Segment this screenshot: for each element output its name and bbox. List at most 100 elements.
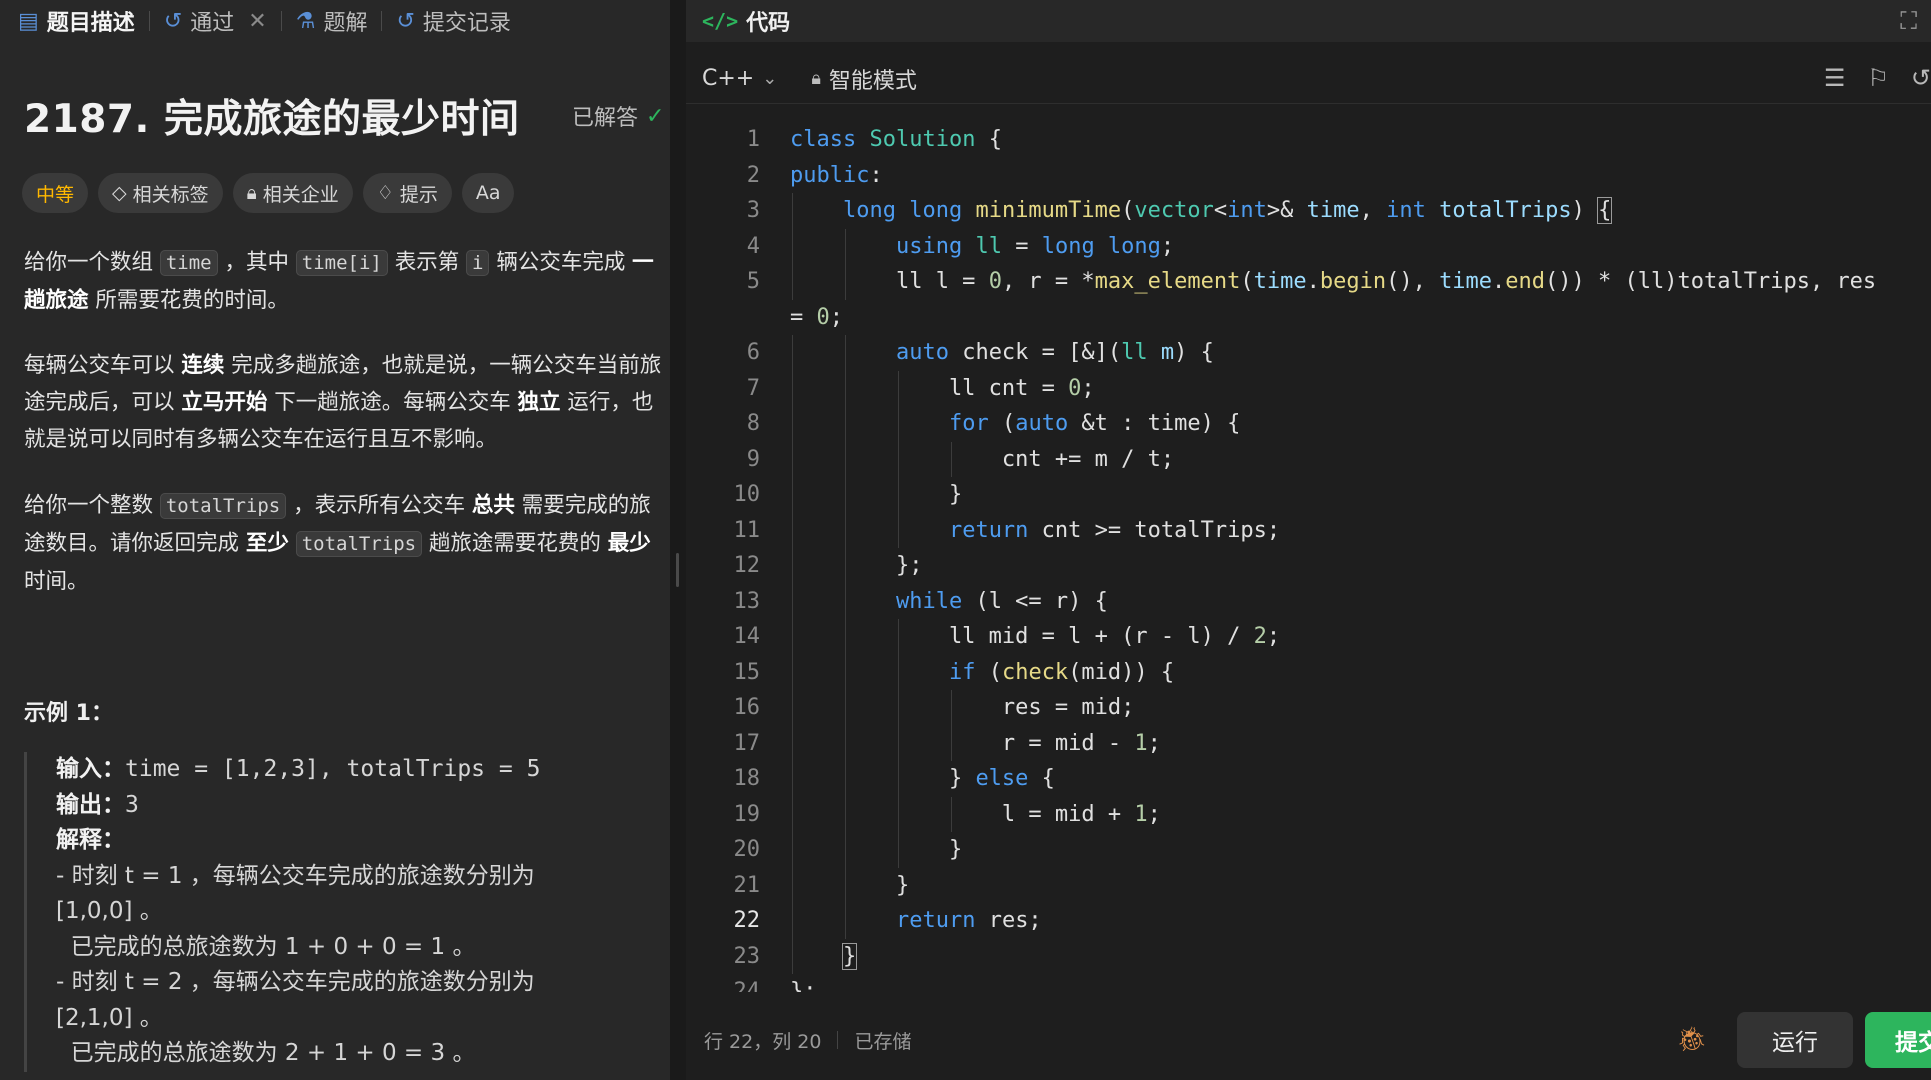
line-number: 14 — [733, 624, 761, 649]
example-title: 示例 1： — [24, 701, 113, 726]
line-number: 2 — [746, 162, 760, 188]
check-circle-icon: ✓ — [646, 103, 665, 129]
font-size-button[interactable]: Aa — [461, 173, 515, 213]
example-explain-line: - 时刻 t = 1 ，每辆公交车完成的旅途数分别为 — [56, 862, 535, 889]
code-text: } — [790, 482, 963, 507]
line-number: 19 — [733, 801, 761, 827]
example-input: 输入：time = [1,2,3], totalTrips = 5 — [56, 756, 541, 782]
line-number: 1 — [746, 127, 760, 152]
code-line[interactable]: 16 res = mid; — [686, 690, 1931, 726]
code-icon: </> — [702, 9, 739, 33]
smart-mode-toggle[interactable]: 🔒︎ 智能模式 — [811, 63, 917, 95]
code-line[interactable]: 7 ll cnt = 0; — [686, 370, 1931, 406]
code-text: for (auto &t : time) { — [948, 411, 1241, 436]
difficulty-badge[interactable]: 中等 — [22, 173, 89, 213]
code-line[interactable]: 18 } else { — [686, 761, 1931, 797]
code-text: cnt += m / t; — [790, 446, 1175, 472]
code-line[interactable]: 17 r = mid - 1; — [686, 725, 1931, 761]
tag-bar: 中等 ◇ 相关标签 🔒︎ 相关企业 ♢ 提示 Aa — [22, 173, 515, 213]
code-line[interactable]: 4 using ll = long long; — [686, 228, 1931, 264]
description-paragraph-3: 给你一个整数 totalTrips ，表示所有公交车 总共 需要完成的旅途数目。… — [24, 493, 651, 594]
code-line[interactable]: 12 }; — [686, 548, 1931, 584]
line-number: 12 — [733, 553, 761, 578]
chevron-down-icon: ⌄ — [762, 68, 778, 89]
code-line[interactable]: 22 return res; — [686, 903, 1931, 939]
line-number: 4 — [746, 233, 760, 259]
code-text: ll mid = l + (r - l) / 2; — [790, 624, 1281, 649]
code-line[interactable]: 8 for (auto &t : time) { — [686, 406, 1931, 442]
example-explain-line: 已完成的总旅途数为 1 + 0 + 0 = 1 。 — [56, 933, 476, 960]
lock-icon: 🔒︎ — [246, 182, 257, 204]
debug-icon[interactable]: 🐞︎ — [1677, 1025, 1707, 1053]
code-line[interactable]: 13 while (l <= r) { — [686, 583, 1931, 619]
line-number: 21 — [733, 872, 761, 898]
code-line[interactable]: 19 l = mid + 1; — [686, 796, 1931, 832]
line-number: 5 — [746, 269, 760, 294]
tab-separator — [280, 11, 282, 31]
editor-tools: ☰ ⚐ ↺ — [1824, 64, 1931, 92]
code-panel: </> 代码 ⛶ C++ ⌄ 🔒︎ 智能模式 ☰ ⚐ ↺ 1 class Solu… — [686, 0, 1931, 1080]
code-line[interactable]: 14 ll mid = l + (r - l) / 2; — [686, 619, 1931, 655]
code-text: while (l <= r) { — [895, 588, 1108, 614]
code-line[interactable]: 1 class Solution { — [686, 122, 1931, 158]
panel-resizer[interactable] — [672, 0, 684, 1080]
code-line[interactable]: 21 } — [686, 867, 1931, 903]
related-companies-button[interactable]: 🔒︎ 相关企业 — [232, 173, 353, 213]
problem-panel: ▤ 题目描述 ↺ 通过 ✕ ⚗ 题解 ↺ 提交记录 2187. 完成旅途的最少时… — [0, 0, 670, 1080]
code-line[interactable]: 15 if (check(mid)) { — [686, 654, 1931, 690]
language-select[interactable]: C++ ⌄ — [702, 66, 777, 91]
history-icon: ↺ — [396, 8, 415, 34]
code-line[interactable]: 6 auto check = [&](ll m) { — [686, 335, 1931, 371]
line-number: 11 — [733, 517, 761, 543]
code-line[interactable]: 2 public: — [686, 158, 1931, 194]
tab-separator — [148, 11, 150, 31]
code-text: } — [790, 837, 963, 862]
resize-grip[interactable] — [676, 553, 679, 587]
code-text: r = mid - 1; — [790, 730, 1161, 756]
code-line[interactable]: 3 long long minimumTime(vector<int>& tim… — [686, 193, 1931, 229]
code-line[interactable]: 9 cnt += m / t; — [686, 441, 1931, 477]
code-line[interactable]: 5 ll l = 0, r = *max_element(time.begin(… — [686, 264, 1931, 300]
code-editor[interactable]: 1 class Solution {2 public: 3 long long min… — [686, 122, 1931, 992]
code-text: if (check(mid)) { — [948, 659, 1175, 685]
lock-icon: 🔒︎ — [811, 68, 821, 89]
fullscreen-icon[interactable]: ⛶ — [1900, 7, 1917, 35]
code-text: auto check = [&](ll m) { — [895, 340, 1214, 365]
code-line[interactable]: = 0; — [686, 300, 1931, 336]
code-text: }; — [790, 553, 923, 578]
tab-solutions[interactable]: ⚗ 题解 — [296, 5, 368, 37]
tab-submissions[interactable]: ↺ 提交记录 — [396, 5, 510, 37]
example-explain-line: - 时刻 t = 2 ，每辆公交车完成的旅途数分别为 — [56, 969, 535, 995]
line-number: 20 — [733, 837, 761, 862]
code-text: using ll = long long; — [895, 233, 1175, 259]
format-icon[interactable]: ☰ — [1824, 64, 1846, 92]
line-number: 17 — [733, 730, 761, 756]
code-text: l = mid + 1; — [790, 801, 1161, 827]
tab-description[interactable]: ▤ 题目描述 — [18, 5, 135, 37]
editor-toolbar: C++ ⌄ 🔒︎ 智能模式 ☰ ⚐ ↺ — [686, 54, 1931, 104]
example-explain-label: 解释： — [56, 827, 125, 853]
save-status: 已存储 — [854, 1030, 912, 1053]
run-button[interactable]: 运行 — [1737, 1012, 1853, 1068]
code-text: return cnt >= totalTrips; — [948, 517, 1281, 543]
example-explain-line: 已完成的总旅途数为 2 + 1 + 0 = 3 。 — [56, 1040, 476, 1066]
tab-accepted[interactable]: ↺ 通过 ✕ — [164, 5, 267, 37]
bookmark-icon[interactable]: ⚐ — [1867, 64, 1889, 92]
hint-button[interactable]: ♢ 提示 — [362, 173, 452, 213]
close-icon[interactable]: ✕ — [248, 9, 266, 34]
example-output: 输出：3 — [56, 791, 139, 818]
code-text: ll l = 0, r = *max_element(time.begin(),… — [790, 269, 1877, 294]
code-text: return res; — [895, 908, 1042, 933]
related-tags-button[interactable]: ◇ 相关标签 — [98, 173, 223, 213]
title-row: 2187. 完成旅途的最少时间 已解答 ✓ — [24, 88, 670, 144]
code-line[interactable]: 24}; — [686, 974, 1931, 992]
example-block: 输入：time = [1,2,3], totalTrips = 5 输出：3 解… — [24, 752, 654, 1072]
reset-icon[interactable]: ↺ — [1911, 64, 1931, 92]
code-line[interactable]: 20 } — [686, 832, 1931, 868]
code-line[interactable]: 10 } — [686, 477, 1931, 513]
code-line[interactable]: 11 return cnt >= totalTrips; — [686, 512, 1931, 548]
line-number: 3 — [746, 198, 760, 223]
code-line[interactable]: 23 } — [686, 938, 1931, 974]
submit-button[interactable]: 提交 — [1865, 1012, 1931, 1068]
line-number: 6 — [746, 340, 760, 365]
